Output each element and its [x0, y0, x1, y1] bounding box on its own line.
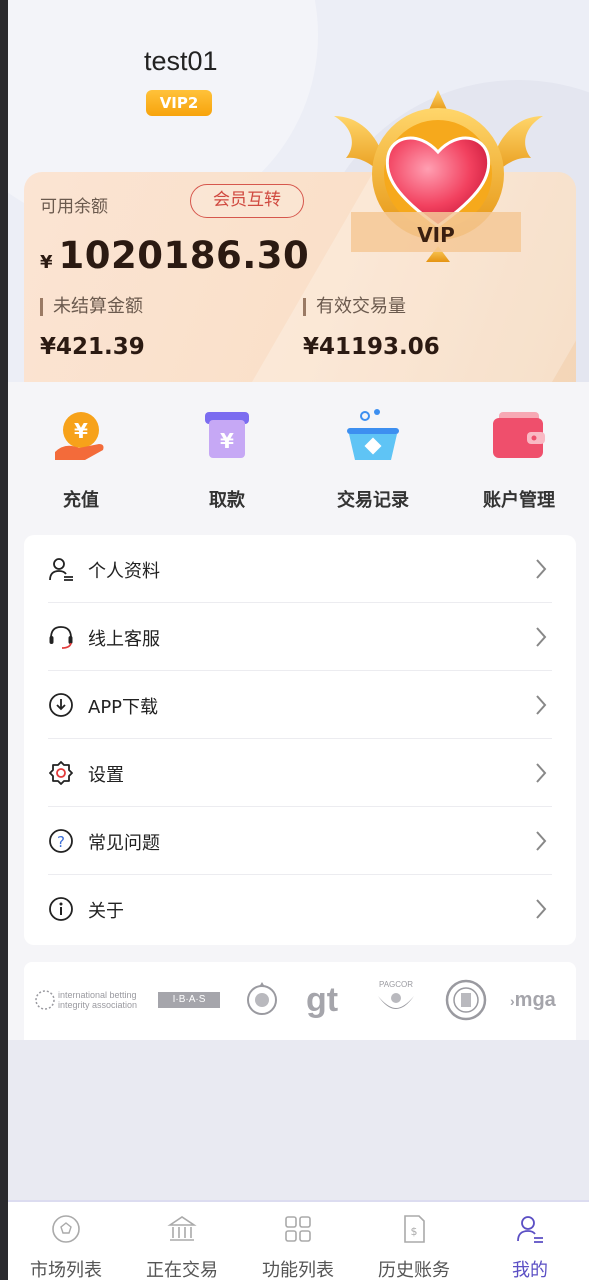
member-transfer-button[interactable]: 会员互转 — [190, 184, 304, 218]
ibia-text-line2: integrity association — [58, 1000, 138, 1010]
withdraw-box-icon: ¥ — [205, 412, 249, 458]
available-balance-amount: 1020186.30 — [58, 234, 310, 277]
ibia-globe-icon — [35, 990, 55, 1010]
menu-item-label: 个人资料 — [88, 561, 160, 582]
gear-icon — [49, 761, 73, 785]
vip-emblem-label: VIP — [351, 212, 521, 252]
tab-label: 功能列表 — [262, 1260, 334, 1280]
quick-action-label: 充值 — [63, 490, 99, 511]
menu-item-app-download[interactable]: APP下载 — [48, 671, 552, 739]
tab-trading[interactable]: 正在交易 — [124, 1214, 240, 1280]
available-balance: ¥1020186.30 — [40, 234, 309, 277]
quick-action-withdraw[interactable]: ¥ 取款 — [167, 406, 287, 512]
headset-icon — [49, 626, 73, 649]
profile-page: test01 VIP2 可用余额 会员互转 ¥1020186.30 未结算金额 … — [8, 0, 589, 1280]
available-balance-label: 可用余额 — [40, 197, 108, 217]
profile-icon — [517, 1216, 543, 1243]
turnover-label: 有效交易量 — [303, 298, 440, 316]
main-content: ¥ 充值 ¥ 取款 交易记录 账户管理 个人资料 线上客服 APP下载 设置 ?… — [8, 382, 589, 1040]
unsettled-stat: 未结算金额 ¥421.39 — [40, 298, 145, 360]
quick-action-account[interactable]: 账户管理 — [459, 406, 579, 512]
menu-item-about[interactable]: 关于 — [48, 875, 552, 943]
menu-item-profile[interactable]: 个人资料 — [48, 535, 552, 603]
ibia-logo: international betting integrity associat… — [34, 978, 144, 1022]
unsettled-amount: ¥421.39 — [40, 334, 145, 360]
turnover-stat: 有效交易量 ¥41193.06 — [303, 298, 440, 360]
chevron-right-icon — [536, 831, 547, 851]
wallet-icon — [493, 412, 545, 458]
ibia-text-line1: international betting — [58, 990, 137, 1000]
bill-icon: $ — [404, 1215, 425, 1243]
menu-item-faq[interactable]: ? 常见问题 — [48, 807, 552, 875]
quick-action-deposit[interactable]: ¥ 充值 — [21, 406, 141, 512]
svg-text:¥: ¥ — [220, 429, 234, 453]
crest-logo-icon — [247, 982, 277, 1015]
chevron-right-icon — [536, 763, 547, 783]
pagcor-emblem-icon — [378, 993, 414, 1009]
basket-icon — [347, 409, 399, 460]
quick-action-records[interactable]: 交易记录 — [313, 406, 433, 512]
chevron-right-icon — [536, 695, 547, 715]
chevron-right-icon — [536, 899, 547, 919]
svg-text:¥: ¥ — [74, 419, 88, 443]
info-icon — [49, 897, 73, 921]
download-icon — [49, 693, 73, 717]
grid-icon — [285, 1216, 311, 1242]
chevron-right-icon — [536, 627, 547, 647]
user-profile-icon — [49, 558, 73, 581]
menu-item-label: 常见问题 — [88, 833, 160, 854]
menu-item-label: 关于 — [88, 901, 124, 922]
seal-logo-icon — [445, 979, 487, 1021]
username: test01 — [144, 46, 218, 76]
tab-history[interactable]: $ 历史账务 — [356, 1214, 472, 1280]
turnover-amount: ¥41193.06 — [303, 334, 440, 360]
question-icon: ? — [49, 829, 73, 853]
mga-logo: ›mga — [510, 978, 570, 1022]
quick-action-label: 账户管理 — [483, 490, 555, 511]
quick-action-label: 取款 — [209, 490, 245, 511]
tab-label: 历史账务 — [378, 1260, 450, 1280]
tab-market-list[interactable]: 市场列表 — [8, 1214, 124, 1280]
menu-item-label: 线上客服 — [88, 629, 160, 650]
mga-text: mga — [514, 989, 556, 1011]
unsettled-label: 未结算金额 — [40, 298, 145, 316]
bottom-tab-bar: 市场列表 正在交易 功能列表 $ 历史账务 我的 — [8, 1200, 589, 1280]
svg-text:$: $ — [411, 1225, 418, 1238]
partner-logos: international betting integrity associat… — [24, 962, 576, 1040]
coin-hand-icon: ¥ — [55, 412, 104, 460]
chevron-right-icon — [536, 559, 547, 579]
screen-edge — [0, 0, 8, 1280]
tab-mine[interactable]: 我的 — [472, 1214, 588, 1280]
tab-functions[interactable]: 功能列表 — [240, 1214, 356, 1280]
settings-menu: 个人资料 线上客服 APP下载 设置 ? 常见问题 关于 — [24, 535, 576, 945]
tab-label: 我的 — [512, 1260, 548, 1280]
ibas-text: I·B·A·S — [158, 992, 220, 1008]
menu-item-label: APP下载 — [88, 697, 159, 718]
quick-action-label: 交易记录 — [337, 490, 409, 511]
bank-icon — [167, 1216, 197, 1241]
menu-item-settings[interactable]: 设置 — [48, 739, 552, 807]
football-icon — [52, 1215, 80, 1243]
quick-actions: ¥ 充值 ¥ 取款 交易记录 账户管理 — [8, 382, 589, 522]
tab-label: 市场列表 — [30, 1260, 102, 1280]
currency-symbol: ¥ — [40, 252, 53, 273]
ibas-logo: I·B·A·S — [158, 978, 220, 1022]
gt-logo: gt — [306, 981, 339, 1019]
tab-label: 正在交易 — [146, 1260, 218, 1280]
menu-item-label: 设置 — [88, 765, 124, 786]
pagcor-logo: PAGCOR — [374, 978, 418, 1022]
menu-item-support[interactable]: 线上客服 — [48, 603, 552, 671]
vip-level-badge: VIP2 — [146, 90, 212, 116]
svg-text:?: ? — [57, 833, 65, 851]
